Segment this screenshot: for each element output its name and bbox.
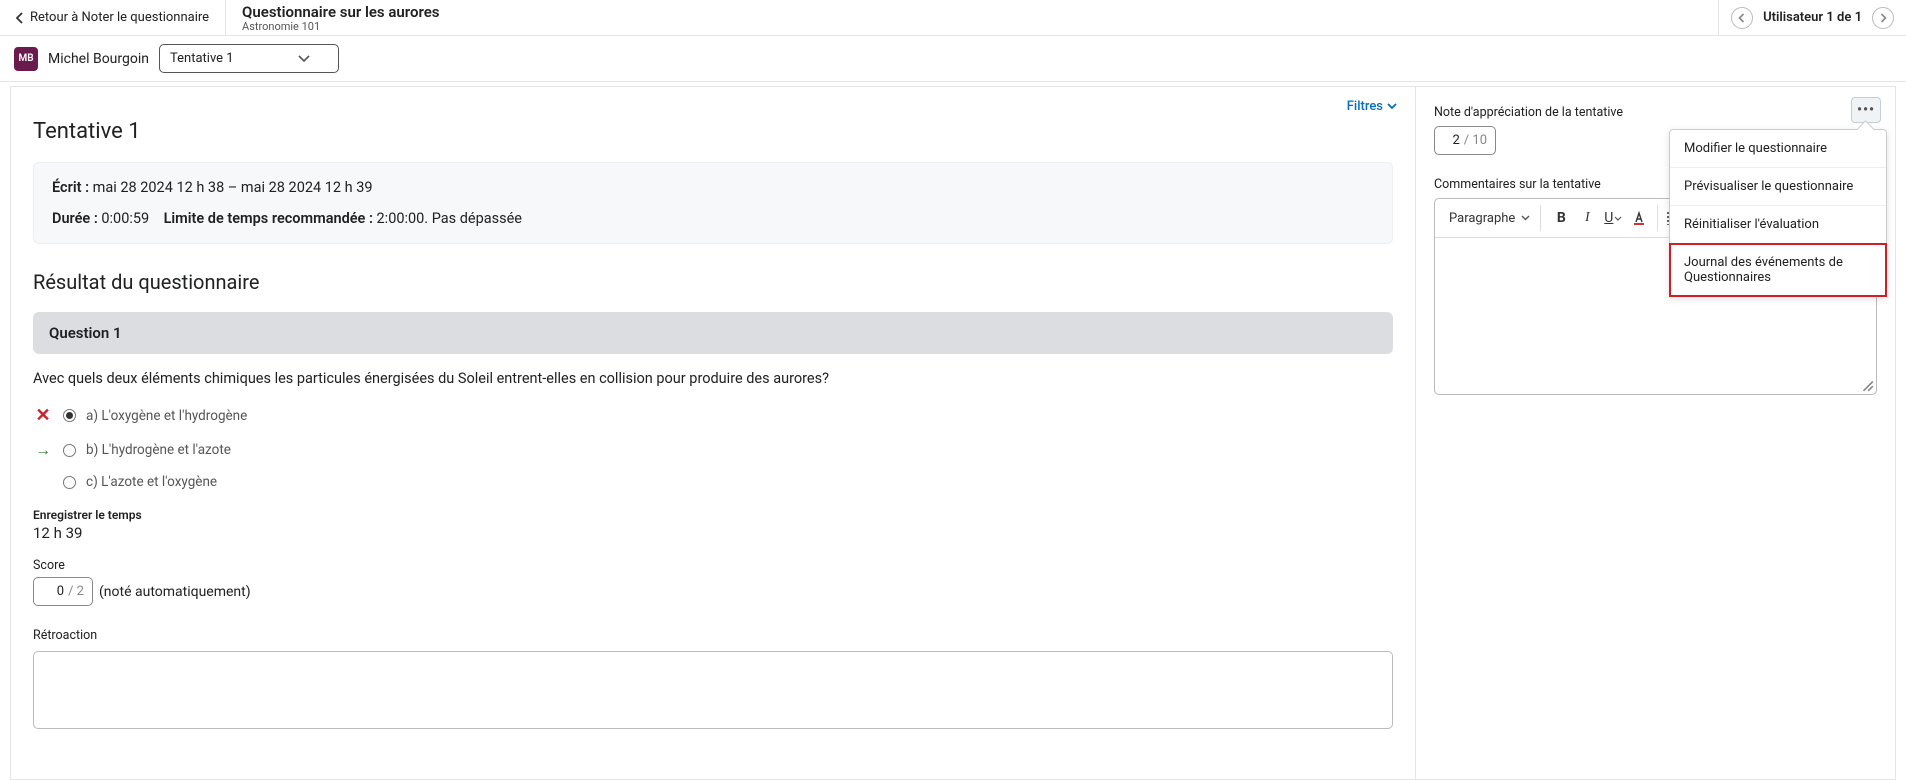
- radio-unselected: [63, 476, 76, 489]
- save-time-label: Enregistrer le temps: [33, 508, 1393, 522]
- quiz-title: Questionnaire sur les aurores: [242, 4, 1702, 21]
- radio-unselected: [63, 444, 76, 457]
- italic-button[interactable]: I: [1575, 206, 1599, 230]
- resize-handle-icon[interactable]: [1860, 378, 1874, 392]
- option-row: c) L'azote et l'oxygène: [33, 474, 1393, 490]
- question-text: Avec quels deux éléments chimiques les p…: [33, 370, 1393, 387]
- question-header: Question 1: [33, 312, 1393, 354]
- text-color-button[interactable]: [1627, 206, 1651, 230]
- user-nav: Utilisateur 1 de 1: [1718, 0, 1906, 35]
- quiz-title-block: Questionnaire sur les aurores Astronomie…: [226, 0, 1718, 35]
- filters-label: Filtres: [1347, 99, 1383, 114]
- option-text: a) L'oxygène et l'hydrogène: [86, 408, 247, 424]
- sub-bar: MB Michel Bourgoin Tentative 1: [0, 36, 1906, 82]
- user-count: Utilisateur 1 de 1: [1763, 10, 1862, 25]
- filters-link[interactable]: Filtres: [1347, 99, 1397, 114]
- grade-label: Note d'appréciation de la tentative: [1434, 105, 1877, 120]
- chevron-down-icon: [298, 55, 310, 63]
- option-text: c) L'azote et l'oxygène: [86, 474, 217, 490]
- menu-quiz-event-log[interactable]: Journal des événements de Questionnaires: [1670, 244, 1886, 296]
- attempt-written: Écrit : mai 28 2024 12 h 38 – mai 28 202…: [52, 179, 1374, 196]
- underline-button[interactable]: U: [1601, 206, 1625, 230]
- chevron-left-icon: [1738, 13, 1746, 23]
- option-row: → b) L'hydrogène et l'azote: [33, 440, 1393, 460]
- attempt-select-value: Tentative 1: [170, 51, 234, 66]
- save-time-value: 12 h 39: [33, 524, 1393, 542]
- incorrect-icon: ✕: [35, 405, 50, 426]
- attempt-select[interactable]: Tentative 1: [159, 44, 339, 73]
- chevron-left-icon: [16, 12, 24, 24]
- feedback-box[interactable]: [33, 651, 1393, 729]
- score-row: 0 / 2 (noté automatiquement): [33, 577, 1393, 606]
- more-actions-menu: Modifier le questionnaire Prévisualiser …: [1669, 129, 1887, 297]
- back-link-label: Retour à Noter le questionnaire: [30, 10, 209, 25]
- course-name: Astronomie 101: [242, 20, 1702, 33]
- menu-preview-quiz[interactable]: Prévisualiser le questionnaire: [1670, 168, 1886, 206]
- result-heading: Résultat du questionnaire: [33, 270, 1393, 294]
- grade-input[interactable]: 2 / 10: [1434, 126, 1496, 155]
- score-label: Score: [33, 558, 1393, 573]
- next-user-button[interactable]: [1872, 7, 1894, 29]
- user-name: Michel Bourgoin: [48, 51, 149, 67]
- radio-selected: [63, 409, 76, 422]
- attempt-info-box: Écrit : mai 28 2024 12 h 38 – mai 28 202…: [33, 162, 1393, 244]
- more-actions-button[interactable]: •••: [1851, 97, 1881, 123]
- right-col: ••• Modifier le questionnaire Prévisuali…: [1415, 87, 1895, 779]
- main: Filtres Tentative 1 Écrit : mai 28 2024 …: [10, 86, 1896, 780]
- back-link[interactable]: Retour à Noter le questionnaire: [0, 0, 226, 35]
- avatar: MB: [14, 47, 38, 71]
- attempt-duration: Durée : 0:00:59 Limite de temps recomman…: [52, 210, 1374, 227]
- prev-user-button[interactable]: [1731, 7, 1753, 29]
- correct-answer-icon: →: [35, 440, 51, 460]
- left-col: Filtres Tentative 1 Écrit : mai 28 2024 …: [11, 87, 1415, 779]
- bold-button[interactable]: B: [1549, 206, 1573, 230]
- chevron-down-icon: [1387, 103, 1397, 110]
- score-input[interactable]: 0 / 2: [33, 577, 93, 606]
- option-row: ✕ a) L'oxygène et l'hydrogène: [33, 405, 1393, 426]
- menu-reset-evaluation[interactable]: Réinitialiser l'évaluation: [1670, 206, 1886, 244]
- chevron-down-icon: [1521, 215, 1530, 221]
- option-text: b) L'hydrogène et l'azote: [86, 442, 231, 458]
- top-bar: Retour à Noter le questionnaire Question…: [0, 0, 1906, 36]
- menu-modify-quiz[interactable]: Modifier le questionnaire: [1670, 130, 1886, 168]
- feedback-label: Rétroaction: [33, 628, 1393, 643]
- auto-note: (noté automatiquement): [99, 584, 251, 600]
- text-color-icon: [1631, 210, 1647, 226]
- chevron-right-icon: [1879, 13, 1887, 23]
- attempt-heading: Tentative 1: [33, 119, 1393, 144]
- paragraph-style-select[interactable]: Paragraphe: [1449, 206, 1534, 230]
